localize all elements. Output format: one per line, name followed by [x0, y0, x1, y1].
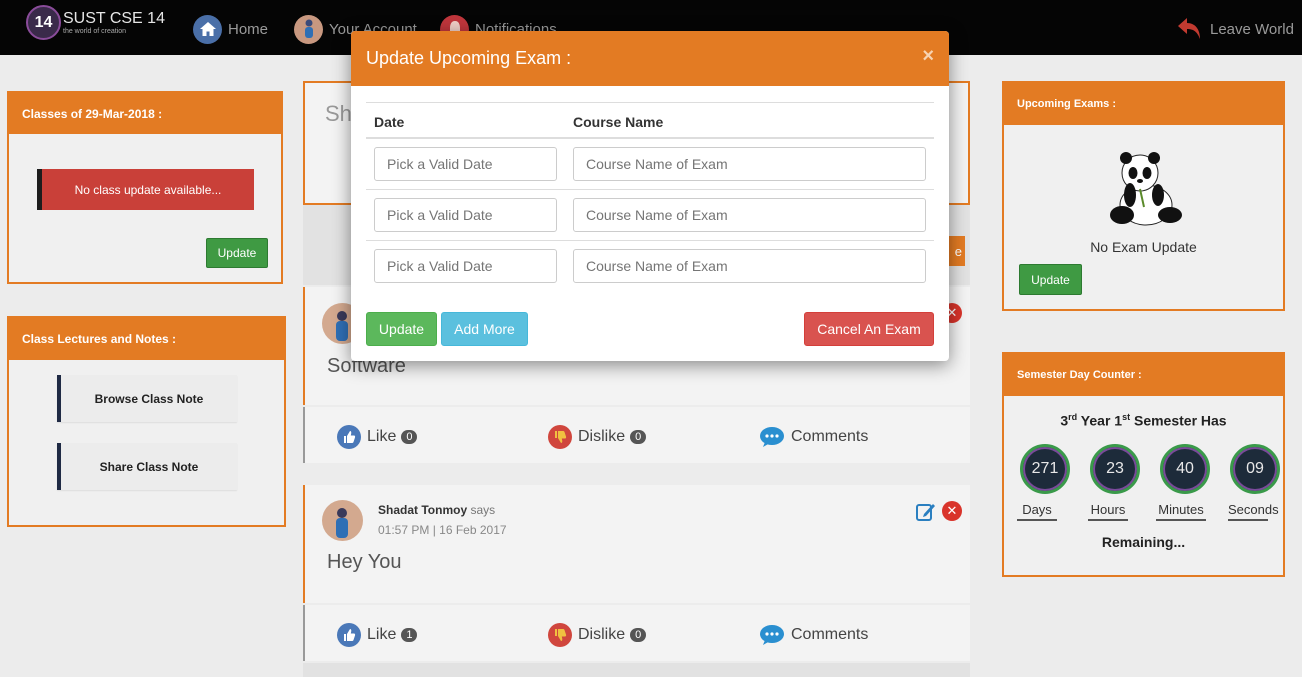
add-more-button[interactable]: Add More: [441, 312, 528, 346]
modal-title: Update Upcoming Exam :: [366, 48, 572, 68]
date-column-header: Date: [374, 114, 405, 130]
exam-table: Date Course Name: [366, 102, 934, 292]
exam-row: [366, 241, 934, 292]
close-icon[interactable]: ×: [922, 45, 934, 68]
cancel-exam-button[interactable]: Cancel An Exam: [804, 312, 934, 346]
exam-course-input[interactable]: [573, 198, 926, 232]
exam-row: [366, 190, 934, 241]
exam-row: [366, 139, 934, 190]
exam-table-header: Date Course Name: [366, 102, 934, 139]
modal-header: Update Upcoming Exam : ×: [351, 31, 949, 86]
exam-course-input[interactable]: [573, 249, 926, 283]
exam-date-input[interactable]: [374, 198, 557, 232]
exam-course-input[interactable]: [573, 147, 926, 181]
exam-date-input[interactable]: [374, 249, 557, 283]
update-exam-modal: Update Upcoming Exam : × Date Course Nam…: [351, 31, 949, 361]
exam-date-input[interactable]: [374, 147, 557, 181]
course-column-header: Course Name: [573, 114, 664, 130]
modal-update-button[interactable]: Update: [366, 312, 437, 346]
